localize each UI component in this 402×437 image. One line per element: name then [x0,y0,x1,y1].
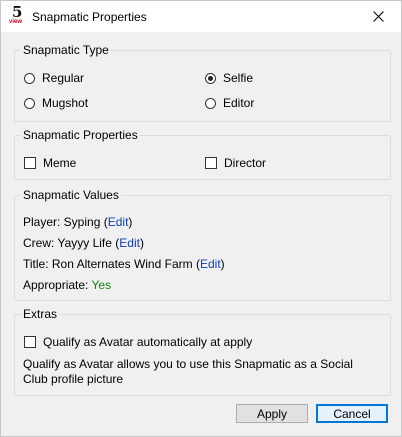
properties-dialog: 5 view Snapmatic Properties Snapmatic Ty… [0,0,402,437]
radio-editor-indicator[interactable] [205,97,216,109]
checkbox-avatar[interactable]: Qualify as Avatar automatically at apply [24,335,252,349]
close-button[interactable] [355,1,401,32]
extras-group: Extras Qualify as Avatar automatically a… [14,307,391,396]
checkbox-director-box[interactable] [205,157,217,169]
radio-editor-label: Editor [223,96,255,110]
title-edit-link[interactable]: Edit [200,257,221,271]
title-bar: 5 view Snapmatic Properties [1,1,401,32]
group-title-properties: Snapmatic Properties [21,128,140,142]
app-icon-caption: view [9,19,23,25]
radio-mugshot[interactable]: Mugshot [24,96,88,110]
radio-regular-indicator[interactable] [24,72,35,84]
checkbox-meme-label: Meme [43,156,77,170]
snapmatic-properties-group: Snapmatic Properties Meme Director [14,128,391,180]
player-value: Player: Syping [23,215,101,229]
radio-mugshot-label: Mugshot [42,96,89,110]
crew-value: Crew: Yayyy Life [23,236,112,250]
appropriate-line: Appropriate: Yes [23,278,111,292]
group-title-type: Snapmatic Type [21,43,111,57]
group-title-extras: Extras [21,307,60,321]
cancel-button[interactable]: Cancel [316,404,388,423]
checkbox-meme[interactable]: Meme [24,156,76,170]
snapmatic-values-group: Snapmatic Values Player: Syping (Edit) C… [14,188,391,301]
close-icon [372,11,384,22]
title-line: Title: Ron Alternates Wind Farm (Edit) [23,257,225,271]
player-edit-link[interactable]: Edit [108,215,129,229]
radio-editor[interactable]: Editor [205,96,254,110]
appropriate-value: Yes [91,278,112,292]
checkbox-director[interactable]: Director [205,156,266,170]
radio-selfie-label: Selfie [223,71,254,85]
radio-mugshot-indicator[interactable] [24,97,35,109]
radio-regular[interactable]: Regular [24,71,84,85]
window-title: Snapmatic Properties [32,10,147,24]
title-value: Title: Ron Alternates Wind Farm [23,257,193,271]
appropriate-label: Appropriate: [23,278,89,292]
snapmatic-type-group: Snapmatic Type Regular Selfie Mugshot Ed… [14,43,391,122]
checkbox-director-label: Director [224,156,267,170]
checkbox-meme-box[interactable] [24,157,36,169]
radio-selfie-indicator[interactable] [205,72,216,84]
checkbox-avatar-label: Qualify as Avatar automatically at apply [43,335,253,349]
crew-edit-link[interactable]: Edit [119,236,140,250]
group-title-values: Snapmatic Values [21,188,121,202]
apply-button[interactable]: Apply [236,404,308,423]
checkbox-avatar-box[interactable] [24,336,36,348]
avatar-description: Qualify as Avatar allows you to use this… [23,357,353,386]
player-line: Player: Syping (Edit) [23,215,133,229]
radio-selfie[interactable]: Selfie [205,71,253,85]
app-icon: 5 view [9,3,25,27]
radio-regular-label: Regular [42,71,85,85]
crew-line: Crew: Yayyy Life (Edit) [23,236,144,250]
